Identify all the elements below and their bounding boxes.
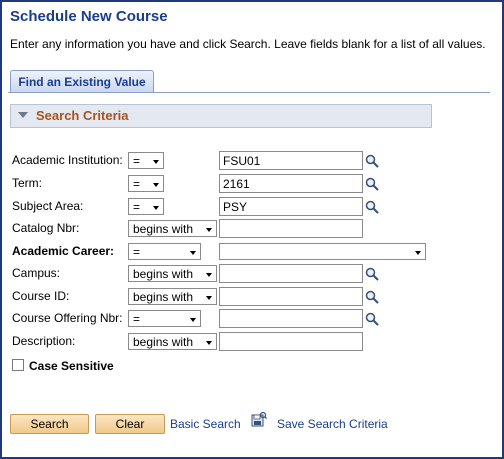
description-operator[interactable]: begins with — [128, 333, 217, 350]
page-frame: Schedule New Course Enter any informatio… — [0, 0, 504, 459]
case-sensitive-label: Case Sensitive — [29, 359, 114, 373]
magnifier-icon[interactable] — [365, 312, 379, 326]
chevron-down-icon — [153, 160, 159, 164]
course-id-label: Course ID: — [12, 289, 70, 303]
search-button[interactable]: Search — [10, 414, 89, 434]
chevron-down-icon — [190, 318, 196, 322]
magnifier-icon[interactable] — [365, 177, 379, 191]
catalog-nbr-input[interactable] — [219, 219, 363, 238]
search-criteria-header[interactable]: Search Criteria — [10, 104, 432, 128]
term-label: Term: — [12, 176, 42, 190]
catalog-nbr-operator[interactable]: begins with — [128, 220, 217, 237]
operator-value: begins with — [133, 222, 194, 236]
operator-value: = — [133, 312, 141, 326]
course-offering-nbr-operator[interactable]: = — [128, 310, 201, 327]
operator-value: = — [133, 200, 141, 214]
tab-find-existing-value[interactable]: Find an Existing Value — [10, 70, 154, 93]
academic-career-label: Academic Career: — [12, 244, 115, 258]
catalog-nbr-label: Catalog Nbr: — [12, 221, 80, 235]
clear-button[interactable]: Clear — [95, 414, 165, 434]
magnifier-icon[interactable] — [365, 290, 379, 304]
triangle-down-icon[interactable] — [18, 112, 28, 118]
basic-search-link[interactable]: Basic Search — [170, 417, 241, 431]
chevron-down-icon — [415, 251, 421, 255]
chevron-down-icon — [153, 183, 159, 187]
subject-area-label: Subject Area: — [12, 199, 84, 213]
case-sensitive-checkbox[interactable] — [12, 359, 24, 371]
section-title: Search Criteria — [36, 108, 129, 123]
chevron-down-icon — [206, 228, 212, 232]
chevron-down-icon — [153, 206, 159, 210]
page-instructions: Enter any information you have and click… — [10, 37, 486, 51]
magnifier-icon[interactable] — [365, 200, 379, 214]
magnifier-icon[interactable] — [365, 267, 379, 281]
campus-operator[interactable]: begins with — [128, 265, 217, 282]
save-search-icon[interactable] — [251, 411, 267, 427]
magnifier-icon[interactable] — [365, 154, 379, 168]
academic-career-operator[interactable]: = — [128, 243, 201, 260]
save-search-criteria-link[interactable]: Save Search Criteria — [277, 417, 388, 431]
description-label: Description: — [12, 334, 76, 348]
academic-institution-label: Academic Institution: — [12, 153, 123, 167]
subject-area-input[interactable]: PSY — [219, 197, 363, 216]
operator-value: begins with — [133, 290, 194, 304]
course-offering-nbr-label: Course Offering Nbr: — [12, 311, 123, 325]
chevron-down-icon — [206, 341, 212, 345]
operator-value: begins with — [133, 267, 194, 281]
page-title: Schedule New Course — [10, 8, 168, 25]
course-offering-nbr-input[interactable] — [219, 309, 363, 328]
campus-input[interactable] — [219, 264, 363, 283]
academic-institution-input[interactable]: FSU01 — [219, 151, 363, 170]
academic-institution-operator[interactable]: = — [128, 152, 164, 169]
chevron-down-icon — [206, 273, 212, 277]
campus-label: Campus: — [12, 266, 61, 280]
chevron-down-icon — [190, 251, 196, 255]
subject-area-operator[interactable]: = — [128, 198, 164, 215]
tab-divider — [8, 92, 490, 93]
course-id-input[interactable] — [219, 287, 363, 306]
chevron-down-icon — [206, 296, 212, 300]
operator-value: = — [133, 177, 141, 191]
term-operator[interactable]: = — [128, 175, 164, 192]
academic-career-select[interactable] — [219, 243, 426, 260]
operator-value: begins with — [133, 335, 194, 349]
course-id-operator[interactable]: begins with — [128, 288, 217, 305]
operator-value: = — [133, 245, 141, 259]
operator-value: = — [133, 154, 141, 168]
term-input[interactable]: 2161 — [219, 174, 363, 193]
description-input[interactable] — [219, 332, 363, 351]
